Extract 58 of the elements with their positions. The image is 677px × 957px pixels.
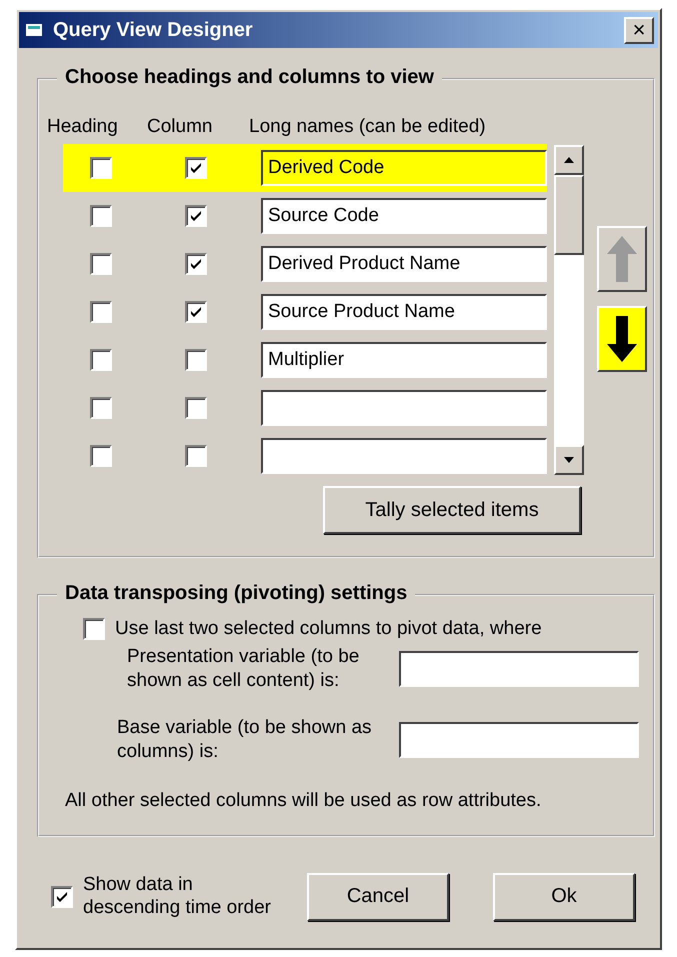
name-field[interactable]: Source Product Name [261, 294, 547, 330]
column-checkbox[interactable] [185, 157, 207, 179]
column-checkbox[interactable] [185, 397, 207, 419]
tally-button[interactable]: Tally selected items [323, 486, 581, 534]
close-button[interactable]: × [624, 16, 654, 44]
checkbox-label: Show data in descending time order [83, 874, 272, 920]
heading-checkbox[interactable] [90, 397, 112, 419]
heading-checkbox[interactable] [90, 301, 112, 323]
pivot-checkbox[interactable] [83, 618, 105, 640]
window-title: Query View Designer [53, 18, 254, 42]
name-field[interactable] [261, 390, 547, 426]
checkmark-icon [56, 890, 68, 903]
descending-checkbox[interactable] [51, 886, 73, 908]
name-field[interactable]: Multiplier [261, 342, 547, 378]
heading-checkbox[interactable] [90, 349, 112, 371]
heading-checkbox[interactable] [90, 253, 112, 275]
name-field[interactable]: Source Code [261, 198, 547, 234]
name-field[interactable]: Derived Code [261, 150, 547, 186]
column-checkbox[interactable] [185, 205, 207, 227]
base-field[interactable] [399, 722, 639, 758]
note-text: All other selected columns will be used as row attributes. [65, 790, 542, 813]
group-title: Data transposing (pivoting) settings [57, 582, 416, 605]
scrollbar[interactable] [553, 144, 585, 476]
dialog-button[interactable]: Cancel [307, 872, 449, 921]
name-field[interactable] [261, 438, 547, 474]
column-checkbox[interactable] [185, 301, 207, 323]
field-label: Presentation variable (to be shown as cell content) is: [127, 644, 360, 692]
checkbox-label: Use last two selected columns to pivot data, where [115, 618, 542, 641]
column-checkbox[interactable] [185, 349, 207, 371]
dialog-button[interactable]: Ok [493, 872, 635, 921]
heading-checkbox[interactable] [90, 205, 112, 227]
heading-checkbox[interactable] [90, 445, 112, 467]
group-title: Choose headings and columns to view [57, 66, 442, 89]
arrow-up-icon [605, 234, 639, 284]
column-header: Long names (can be edited) [249, 116, 487, 138]
column-header: Heading [47, 116, 119, 138]
field-label: Base variable (to be shown as columns) is: [117, 716, 373, 764]
column-checkbox[interactable] [185, 445, 207, 467]
move-down-button[interactable] [597, 306, 647, 372]
list-row[interactable]: Multiplier [63, 336, 547, 384]
heading-checkbox[interactable] [90, 157, 112, 179]
presentation-field[interactable] [399, 650, 639, 687]
checkmark-icon [190, 306, 202, 318]
list-row[interactable]: Source Code [63, 192, 547, 240]
window-icon [25, 22, 45, 38]
list-row[interactable]: Derived Product Name [63, 240, 547, 288]
scroll-up-icon [564, 157, 574, 163]
arrow-down-icon [605, 314, 639, 364]
list-row[interactable]: Derived Code [63, 144, 547, 192]
checkmark-icon [190, 258, 202, 270]
checkmark-icon [190, 210, 202, 222]
scroll-thumb[interactable] [554, 175, 584, 255]
column-header: Column [147, 116, 214, 138]
checkmark-icon [190, 162, 202, 174]
column-checkbox[interactable] [185, 253, 207, 275]
name-field[interactable]: Derived Product Name [261, 246, 547, 282]
list-row[interactable]: Source Product Name [63, 288, 547, 336]
scroll-down-icon [564, 457, 574, 463]
